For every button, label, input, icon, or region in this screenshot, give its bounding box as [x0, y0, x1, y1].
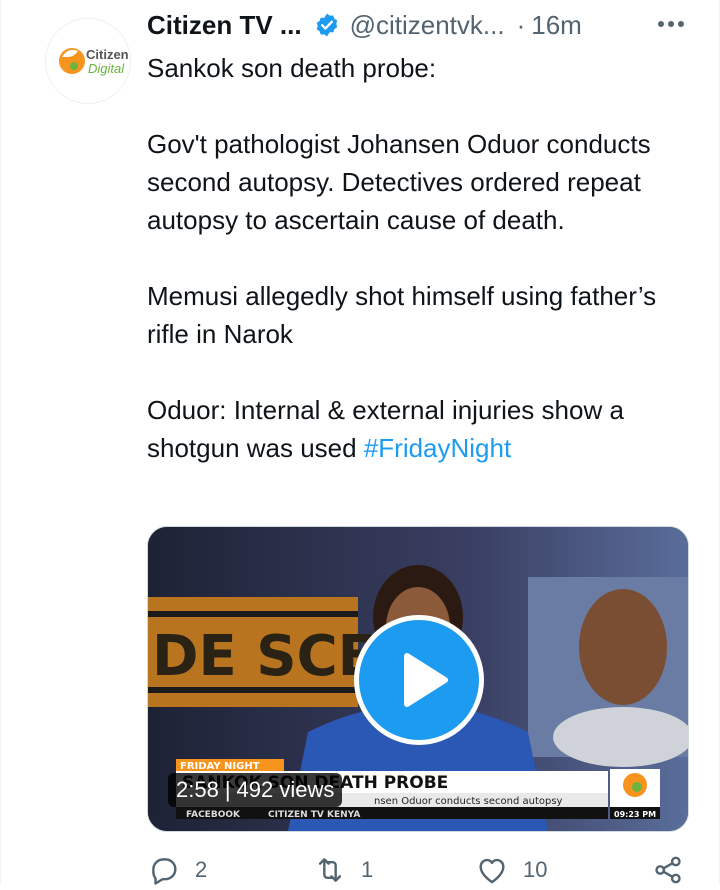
reply-button[interactable]: 2: [147, 850, 207, 890]
like-count: 10: [523, 857, 548, 882]
play-icon[interactable]: [354, 615, 484, 745]
avatar[interactable]: Citizen Digital: [45, 18, 131, 104]
video-stats: 2:58 | 492 views: [168, 773, 343, 807]
svg-text:FRIDAY NIGHT: FRIDAY NIGHT: [180, 761, 260, 772]
reply-count: 2: [195, 857, 208, 882]
like-button[interactable]: 10: [475, 850, 547, 890]
svg-text:09:23 PM: 09:23 PM: [614, 810, 656, 819]
tweet-timestamp[interactable]: 16m: [531, 10, 582, 41]
tweet-text: Sankok son death probe: Gov't pathologis…: [147, 49, 692, 467]
share-button[interactable]: [651, 850, 685, 890]
tweet-paragraph: Memusi allegedly shot himself using fath…: [147, 281, 657, 349]
video-stats-divider: |: [224, 777, 231, 802]
tweet-header: Citizen TV ... @citizentvk... · 16m: [147, 6, 582, 44]
tweet-paragraph: Oduor: Internal & external injuries show…: [147, 391, 692, 467]
heart-icon: [479, 858, 505, 884]
citizen-digital-logo: Citizen Digital: [59, 47, 129, 76]
verified-badge-icon: [314, 12, 340, 38]
retweet-icon: [318, 858, 342, 882]
svg-text:Digital: Digital: [88, 61, 125, 76]
tweet-line: Sankok son death probe:: [147, 53, 437, 83]
tweet-paragraph: Gov't pathologist Johansen Oduor conduct…: [147, 129, 651, 235]
more-horizontal-icon[interactable]: [653, 8, 689, 40]
video-views: 492 views: [236, 777, 335, 802]
retweet-count: 1: [361, 857, 374, 882]
svg-text:nsen Oduor conducts second aut: nsen Oduor conducts second autopsy: [374, 796, 563, 807]
tweet-actions: 2 1 10: [147, 850, 692, 890]
svg-text:CITIZEN TV KENYA: CITIZEN TV KENYA: [268, 810, 360, 820]
author-name[interactable]: Citizen TV ...: [147, 10, 302, 41]
video-player[interactable]: DE SCE FRIDAY NIGHT SANKOK SON DEATH PRO…: [147, 526, 689, 832]
video-duration: 2:58: [176, 777, 219, 802]
hashtag-link[interactable]: #FridayNight: [364, 433, 511, 463]
share-icon: [655, 856, 681, 884]
tweet-container: Citizen Digital Citizen TV ... @citizent…: [0, 0, 720, 885]
svg-text:FACEBOOK: FACEBOOK: [186, 810, 241, 820]
author-handle[interactable]: @citizentvk...: [350, 10, 505, 41]
reply-icon: [152, 858, 177, 885]
svg-text:Citizen: Citizen: [86, 47, 129, 62]
svg-text:DE SCE: DE SCE: [152, 624, 376, 689]
separator-dot: ·: [516, 9, 526, 40]
retweet-button[interactable]: 1: [313, 850, 373, 890]
